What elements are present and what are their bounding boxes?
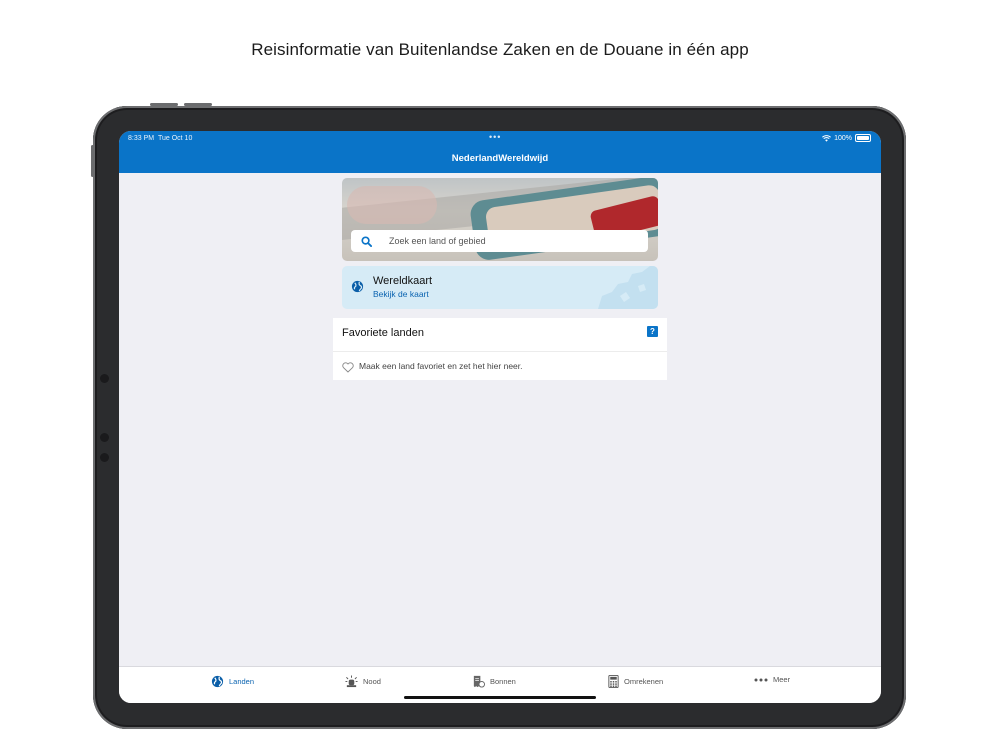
world-map-card[interactable]: Wereldkaart Bekijk de kaart bbox=[342, 266, 658, 309]
globe-icon bbox=[211, 675, 224, 688]
volume-button-2 bbox=[184, 103, 212, 106]
world-map-title: Wereldkaart bbox=[373, 275, 433, 287]
help-button[interactable]: ? bbox=[647, 326, 658, 337]
battery-percent: 100% bbox=[834, 134, 852, 142]
search-field[interactable]: Zoek een land of gebied bbox=[351, 230, 648, 252]
volume-button-1 bbox=[150, 103, 178, 106]
tab-label: Nood bbox=[363, 677, 381, 686]
heart-icon bbox=[342, 360, 354, 378]
receipt-icon bbox=[473, 675, 485, 688]
home-indicator[interactable] bbox=[404, 696, 596, 699]
app-title: NederlandWereldwijd bbox=[451, 153, 549, 164]
more-icon bbox=[754, 678, 768, 681]
tab-label: Landen bbox=[229, 677, 255, 686]
map-illustration bbox=[598, 266, 658, 309]
sensor-dot-2 bbox=[100, 453, 109, 462]
sensor-dot bbox=[100, 433, 109, 442]
tab-label: Omrekenen bbox=[624, 677, 664, 686]
favorites-empty-message: Maak een land favoriet en zet het hier n… bbox=[359, 361, 523, 371]
siren-icon bbox=[345, 675, 358, 688]
wifi-icon bbox=[822, 134, 832, 142]
tab-meer[interactable]: Meer bbox=[754, 675, 790, 684]
search-placeholder: Zoek een land of gebied bbox=[389, 236, 486, 246]
navigation-bar: 8:33 PM Tue Oct 10 ••• 100% NederlandWer… bbox=[119, 131, 881, 173]
tab-nood[interactable]: Nood bbox=[345, 675, 381, 688]
hero-clothing-shape bbox=[347, 186, 437, 224]
status-time: 8:33 PM Tue Oct 10 bbox=[128, 135, 192, 142]
divider bbox=[333, 351, 667, 352]
world-map-link[interactable]: Bekijk de kaart bbox=[373, 289, 429, 299]
power-button bbox=[91, 145, 94, 177]
battery-icon bbox=[855, 134, 871, 142]
search-icon bbox=[351, 235, 383, 247]
multitasking-dots[interactable]: ••• bbox=[489, 132, 501, 142]
tab-landen[interactable]: Landen bbox=[211, 675, 254, 688]
tab-label: Meer bbox=[773, 675, 791, 684]
status-time-text: 8:33 PM bbox=[128, 135, 155, 142]
camera-dot bbox=[100, 374, 109, 383]
app-screen: 8:33 PM Tue Oct 10 ••• 100% NederlandWer… bbox=[119, 131, 881, 703]
tab-bonnen[interactable]: Bonnen bbox=[472, 675, 516, 688]
calculator-icon bbox=[608, 675, 619, 688]
tab-label: Bonnen bbox=[490, 677, 516, 686]
status-indicators: 100% bbox=[822, 134, 871, 142]
tab-omrekenen[interactable]: Omrekenen bbox=[608, 675, 663, 688]
promo-headline: Reisinformatie van Buitenlandse Zaken en… bbox=[251, 40, 749, 59]
globe-icon bbox=[351, 280, 364, 298]
favorites-section: Favoriete landen ? Maak een land favorie… bbox=[333, 318, 667, 380]
favorites-title: Favoriete landen bbox=[342, 327, 424, 339]
hero-banner: Zoek een land of gebied bbox=[342, 178, 658, 261]
status-date-text: Tue Oct 10 bbox=[157, 135, 193, 142]
